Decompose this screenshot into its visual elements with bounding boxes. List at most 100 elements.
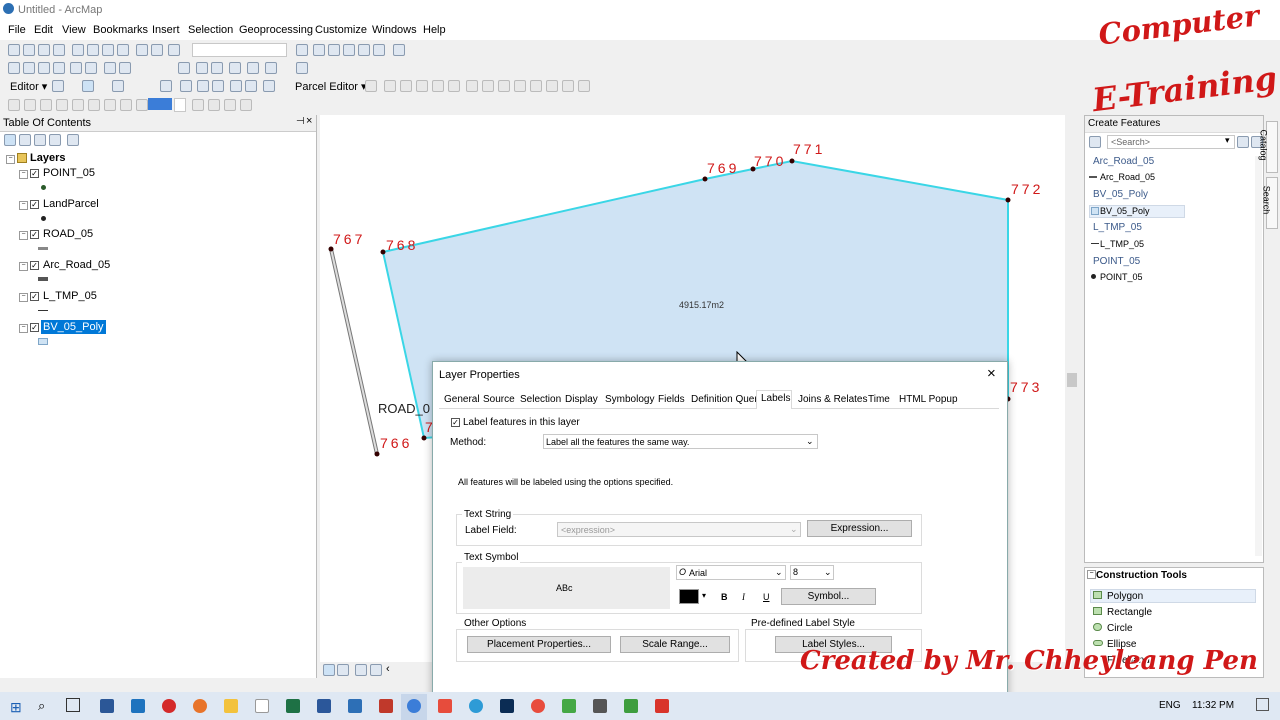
parcel-tool-icon[interactable] (365, 80, 377, 92)
edge-browser-icon[interactable] (131, 699, 145, 713)
toc-layer-row[interactable]: − ✓ ROAD_05 (0, 227, 200, 250)
zoom-in-icon[interactable] (8, 62, 20, 74)
menu-selection[interactable]: Selection (188, 24, 233, 36)
topology-tool-icon[interactable] (24, 99, 36, 111)
select-features-icon[interactable] (178, 62, 190, 74)
close-icon[interactable]: × (306, 115, 312, 127)
collapse-icon[interactable]: − (19, 201, 28, 210)
menu-view[interactable]: View (62, 24, 86, 36)
undo-icon[interactable] (136, 44, 148, 56)
store-app-icon[interactable] (100, 699, 114, 713)
italic-toggle[interactable]: I (742, 592, 745, 602)
copy-icon[interactable] (87, 44, 99, 56)
fixed-zoom-out-icon[interactable] (85, 62, 97, 74)
tab-fields[interactable]: Fields (658, 394, 685, 408)
topology-tool-icon[interactable] (136, 99, 148, 111)
clock[interactable]: 11:32 PM (1192, 700, 1234, 711)
pdf-app-icon[interactable] (379, 699, 393, 713)
save-icon[interactable] (38, 44, 50, 56)
layer-visibility-checkbox[interactable]: ✓ (30, 323, 39, 332)
list-by-visibility-icon[interactable] (34, 134, 46, 146)
scale-range-button[interactable]: Scale Range... (620, 636, 730, 653)
layer-visibility-checkbox[interactable]: ✓ (30, 292, 39, 301)
straight-segment-icon[interactable] (82, 80, 94, 92)
pan-icon[interactable] (38, 62, 50, 74)
placement-properties-button[interactable]: Placement Properties... (467, 636, 611, 653)
notepad-icon[interactable] (255, 699, 269, 713)
toc-layer-row[interactable]: − ✓ L_TMP_05 (0, 289, 200, 311)
full-extent-icon[interactable] (53, 62, 65, 74)
tab-general[interactable]: General (444, 394, 480, 408)
collapse-icon[interactable]: − (19, 324, 28, 333)
model-builder-icon[interactable] (393, 44, 405, 56)
cut-icon[interactable] (72, 44, 84, 56)
chevron-down-icon[interactable]: ⌄ (775, 567, 783, 578)
color-swatch[interactable] (148, 98, 172, 110)
parcel-tool-icon[interactable] (432, 80, 444, 92)
find-icon[interactable] (229, 62, 241, 74)
templates-scrollbar[interactable] (1255, 156, 1262, 556)
reshape-icon[interactable] (180, 80, 192, 92)
identify-icon[interactable] (196, 62, 208, 74)
collapse-icon[interactable]: − (19, 231, 28, 240)
open-icon[interactable] (23, 44, 35, 56)
parcel-tool-icon[interactable] (530, 80, 542, 92)
text-color-swatch[interactable] (679, 589, 699, 604)
template-item[interactable]: Arc_Road_05 (1100, 172, 1155, 182)
menu-bookmarks[interactable]: Bookmarks (93, 24, 148, 36)
chrome-icon[interactable] (531, 699, 545, 713)
toc-layer-row[interactable]: − ✓ BV_05_Poly (0, 320, 200, 345)
arctoolbox-icon[interactable] (358, 44, 370, 56)
topology-tool-icon[interactable] (120, 99, 132, 111)
pin-icon[interactable]: ⊣ (296, 116, 305, 127)
bold-toggle[interactable]: B (721, 592, 728, 602)
search-window-icon[interactable] (343, 44, 355, 56)
topology-tool-icon[interactable] (192, 99, 204, 111)
parcel-editor-menu[interactable]: Parcel Editor ▾ (295, 80, 367, 93)
fixed-zoom-in-icon[interactable] (70, 62, 82, 74)
search-icon[interactable] (1237, 136, 1249, 148)
windows-start-icon[interactable]: ⊞ (10, 699, 22, 716)
tab-symbology[interactable]: Symbology (605, 394, 654, 408)
list-by-selection-icon[interactable] (49, 134, 61, 146)
layer-visibility-checkbox[interactable]: ✓ (30, 230, 39, 239)
pause-drawing-icon[interactable] (370, 664, 382, 676)
input-language[interactable]: ENG (1159, 700, 1181, 711)
tab-joins-relates[interactable]: Joins & Relates (798, 394, 867, 408)
edit-vertices-icon[interactable] (160, 80, 172, 92)
scrollbar-thumb[interactable] (1067, 373, 1077, 387)
menu-customize[interactable]: Customize (315, 24, 367, 36)
cut-polygons-icon[interactable] (197, 80, 209, 92)
measure-icon[interactable] (247, 62, 259, 74)
print-icon[interactable] (53, 44, 65, 56)
layer-visibility-checkbox[interactable]: ✓ (30, 200, 39, 209)
topology-tool-icon[interactable] (224, 99, 236, 111)
forward-icon[interactable] (119, 62, 131, 74)
add-data-icon[interactable] (168, 44, 180, 56)
parcel-tool-icon[interactable] (482, 80, 494, 92)
camtasia-icon[interactable] (624, 699, 638, 713)
menu-edit[interactable]: Edit (34, 24, 53, 36)
paste-icon[interactable] (102, 44, 114, 56)
parcel-tool-icon[interactable] (498, 80, 510, 92)
create-viewer-icon[interactable] (296, 62, 308, 74)
parcel-tool-icon[interactable] (578, 80, 590, 92)
search-icon[interactable]: ⌕ (38, 698, 45, 714)
parcel-tool-icon[interactable] (562, 80, 574, 92)
parcel-tool-icon[interactable] (546, 80, 558, 92)
underline-toggle[interactable]: U (763, 592, 770, 602)
topology-tool-icon[interactable] (88, 99, 100, 111)
layers-root[interactable]: − Layers (0, 151, 120, 167)
expression-button[interactable]: Expression... (807, 520, 912, 537)
topology-tool-icon[interactable] (240, 99, 252, 111)
acrobat-icon[interactable] (438, 699, 452, 713)
chevron-down-icon[interactable]: ⌄ (824, 567, 832, 578)
layout-view-icon[interactable] (337, 664, 349, 676)
parcel-tool-icon[interactable] (514, 80, 526, 92)
collapse-icon[interactable]: − (19, 293, 28, 302)
trace-icon[interactable] (112, 80, 124, 92)
layer-visibility-checkbox[interactable]: ✓ (30, 261, 39, 270)
parcel-tool-icon[interactable] (466, 80, 478, 92)
editor-toolbar-icon[interactable] (296, 44, 308, 56)
edit-tool-icon[interactable] (52, 80, 64, 92)
